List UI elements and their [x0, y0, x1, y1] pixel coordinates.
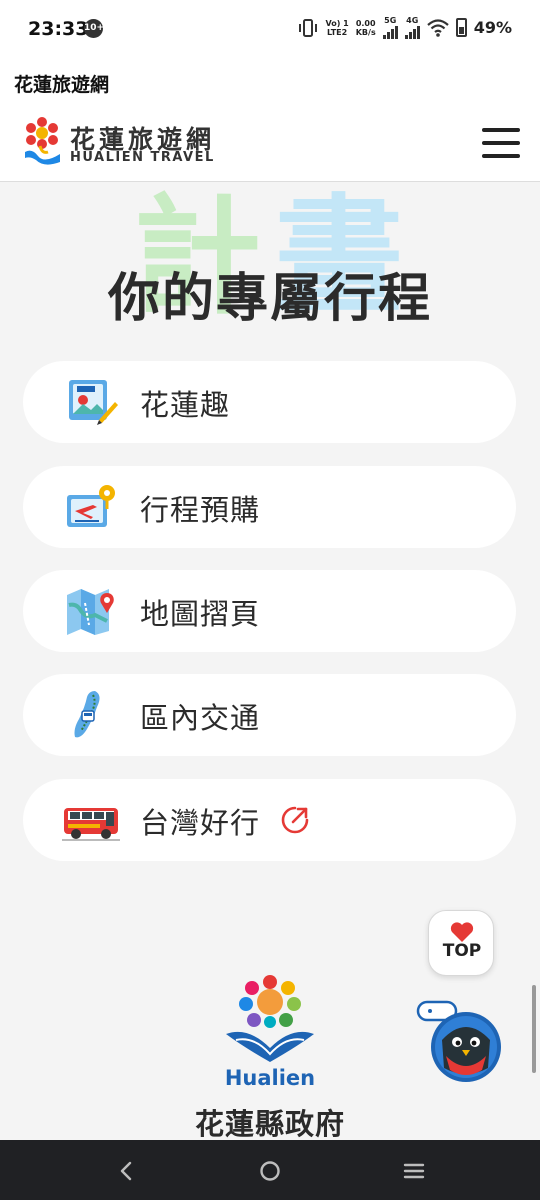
menu-card-itinerary-booking[interactable]: 行程預購	[23, 466, 516, 548]
menu-card-label: 區內交通	[140, 701, 261, 735]
wifi-icon	[426, 18, 449, 37]
battery-percent: 49%	[473, 18, 512, 37]
menu-card-label: 地圖摺頁	[140, 597, 261, 631]
signal-bars-icon	[404, 25, 420, 39]
hualien-flower-logo-icon[interactable]	[22, 116, 62, 166]
back-to-top-label: TOP	[442, 941, 482, 961]
menu-card-label: 台灣好行	[140, 806, 261, 840]
back-icon[interactable]	[112, 1157, 140, 1185]
heart-icon	[450, 922, 474, 942]
hamburger-menu-icon[interactable]	[482, 128, 520, 158]
menu-card-label: 花蓮趣	[140, 388, 231, 422]
gov-name-cn: 花蓮縣政府	[194, 1107, 345, 1141]
menu-card-map-brochure[interactable]: 地圖摺頁	[23, 570, 516, 652]
booking-ticket-icon	[67, 485, 115, 527]
island-transport-icon	[74, 691, 100, 738]
vibrate-icon	[299, 18, 318, 37]
volte-indicator: Vo) 1 LTE2	[325, 18, 349, 37]
battery-icon	[455, 18, 467, 37]
status-time: 23:33	[28, 18, 89, 40]
menu-card-local-transport[interactable]: 區內交通	[23, 674, 516, 756]
site-header: 花蓮旅遊網 花蓮旅遊網 HUALIEN TRAVEL	[0, 58, 540, 182]
mascot-chatbot-icon[interactable]	[416, 1000, 506, 1084]
signal-5g: 5G	[382, 16, 398, 39]
home-icon[interactable]	[256, 1157, 284, 1185]
scrollbar[interactable]	[532, 985, 536, 1073]
menu-card-hualien-fun[interactable]: 花蓮趣	[23, 361, 516, 443]
menu-card-label: 行程預購	[140, 493, 261, 527]
status-icons: Vo) 1 LTE2 0.00 KB/s 5G 4G 49%	[298, 16, 512, 39]
tourist-bus-icon	[62, 808, 120, 841]
hualien-county-logo-icon	[226, 975, 314, 1062]
folded-map-icon	[67, 589, 114, 635]
system-navigation-bar	[0, 1140, 540, 1200]
photo-album-icon	[69, 380, 118, 425]
hero-title: 你的專屬行程	[107, 269, 432, 329]
status-bar: 23:33 10+ Vo) 1 LTE2 0.00 KB/s 5G 4G 49%	[0, 0, 540, 58]
external-link-icon	[281, 806, 309, 834]
signal-4g: 4G	[404, 16, 420, 39]
signal-bars-icon	[382, 25, 398, 39]
menu-card-taiwan-tourist-shuttle[interactable]: 台灣好行	[23, 779, 516, 861]
logo-text-en: HUALIEN TRAVEL	[70, 150, 215, 165]
back-to-top-button[interactable]: TOP	[428, 910, 494, 976]
page-title: 花蓮旅遊網	[14, 74, 110, 96]
notification-badge: 10+	[84, 19, 104, 38]
recent-apps-icon[interactable]	[400, 1157, 428, 1185]
network-speed: 0.00 KB/s	[355, 18, 376, 37]
